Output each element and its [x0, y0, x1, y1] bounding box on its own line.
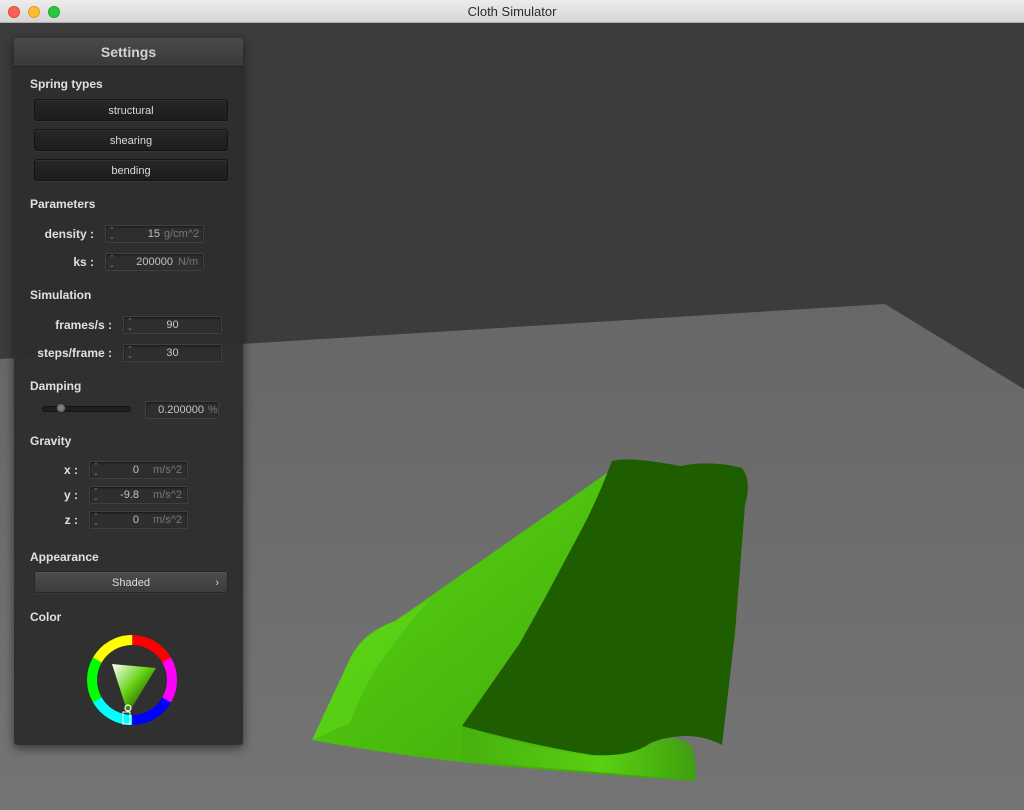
gravity-z-value: 0: [132, 514, 139, 526]
title-bar: Cloth Simulator: [0, 0, 1024, 23]
gravity-heading: Gravity: [30, 434, 72, 448]
gravity-z-label: z :: [64, 513, 78, 527]
gravity-y-label: y :: [63, 488, 78, 502]
steps-per-frame-value: 30: [166, 347, 179, 359]
gravity-z-field[interactable]: ⌃ ⌄ 0 m/s^2: [89, 511, 188, 529]
appearance-heading: Appearance: [30, 550, 99, 564]
damping-heading: Damping: [30, 379, 82, 393]
spinner-icon[interactable]: ⌃ ⌄: [93, 513, 101, 527]
gravity-y-field[interactable]: ⌃ ⌄ -9.8 m/s^2: [89, 486, 188, 504]
gravity-x-value: 0: [132, 464, 139, 476]
gravity-x-field[interactable]: ⌃ ⌄ 0 m/s^2: [89, 461, 188, 479]
damping-slider-thumb[interactable]: [56, 403, 66, 413]
steps-per-frame-label: steps/frame :: [37, 346, 112, 360]
ks-field[interactable]: ⌃ ⌄ 200000 N/m: [105, 253, 204, 271]
settings-panel-header[interactable]: Settings: [14, 38, 243, 67]
steps-per-frame-field[interactable]: ⌃ ⌄ 30: [123, 344, 222, 362]
color-heading: Color: [30, 610, 62, 624]
ks-label: ks :: [73, 255, 94, 269]
appearance-dropdown[interactable]: Shaded ›: [34, 571, 228, 593]
chevron-right-icon: ›: [215, 577, 219, 589]
simulation-heading: Simulation: [30, 288, 92, 302]
color-wheel[interactable]: [86, 634, 178, 726]
fps-label: frames/s :: [55, 318, 112, 332]
ks-value: 200000: [136, 256, 173, 268]
fps-value: 90: [166, 319, 179, 331]
damping-unit: %: [208, 404, 218, 416]
density-unit: g/cm^2: [164, 228, 200, 240]
spinner-icon[interactable]: ⌃ ⌄: [93, 463, 101, 477]
window-title: Cloth Simulator: [467, 4, 557, 19]
spinner-icon[interactable]: ⌃ ⌄: [109, 255, 117, 269]
gravity-y-value: -9.8: [120, 489, 139, 501]
shearing-button[interactable]: shearing: [34, 129, 228, 151]
ks-unit: N/m: [178, 256, 199, 268]
structural-button[interactable]: structural: [34, 99, 228, 121]
bending-button[interactable]: bending: [34, 159, 228, 181]
fps-field[interactable]: ⌃ ⌄ 90: [123, 316, 222, 334]
spring-types-heading: Spring types: [30, 77, 103, 91]
settings-panel: Settings Spring types structural shearin…: [14, 38, 243, 745]
damping-value: 0.200000: [158, 404, 204, 416]
cloth-simulator-window: Cloth Simulator Settings Spring types st…: [0, 0, 1024, 810]
gravity-x-unit: m/s^2: [153, 464, 182, 476]
parameters-heading: Parameters: [30, 197, 96, 211]
appearance-selected-label: Shaded: [112, 577, 150, 589]
density-label: density :: [44, 227, 94, 241]
gravity-x-label: x :: [63, 463, 78, 477]
saturation-value-triangle[interactable]: [112, 664, 156, 714]
density-field[interactable]: ⌃ ⌄ 15 g/cm^2: [105, 225, 204, 243]
density-value: 15: [147, 228, 160, 240]
spinner-icon[interactable]: ⌃ ⌄: [93, 488, 101, 502]
spinner-icon[interactable]: ⌃ ⌄: [109, 227, 117, 241]
gravity-z-unit: m/s^2: [153, 514, 182, 526]
gravity-y-unit: m/s^2: [153, 489, 182, 501]
damping-field[interactable]: 0.200000 %: [145, 401, 219, 419]
